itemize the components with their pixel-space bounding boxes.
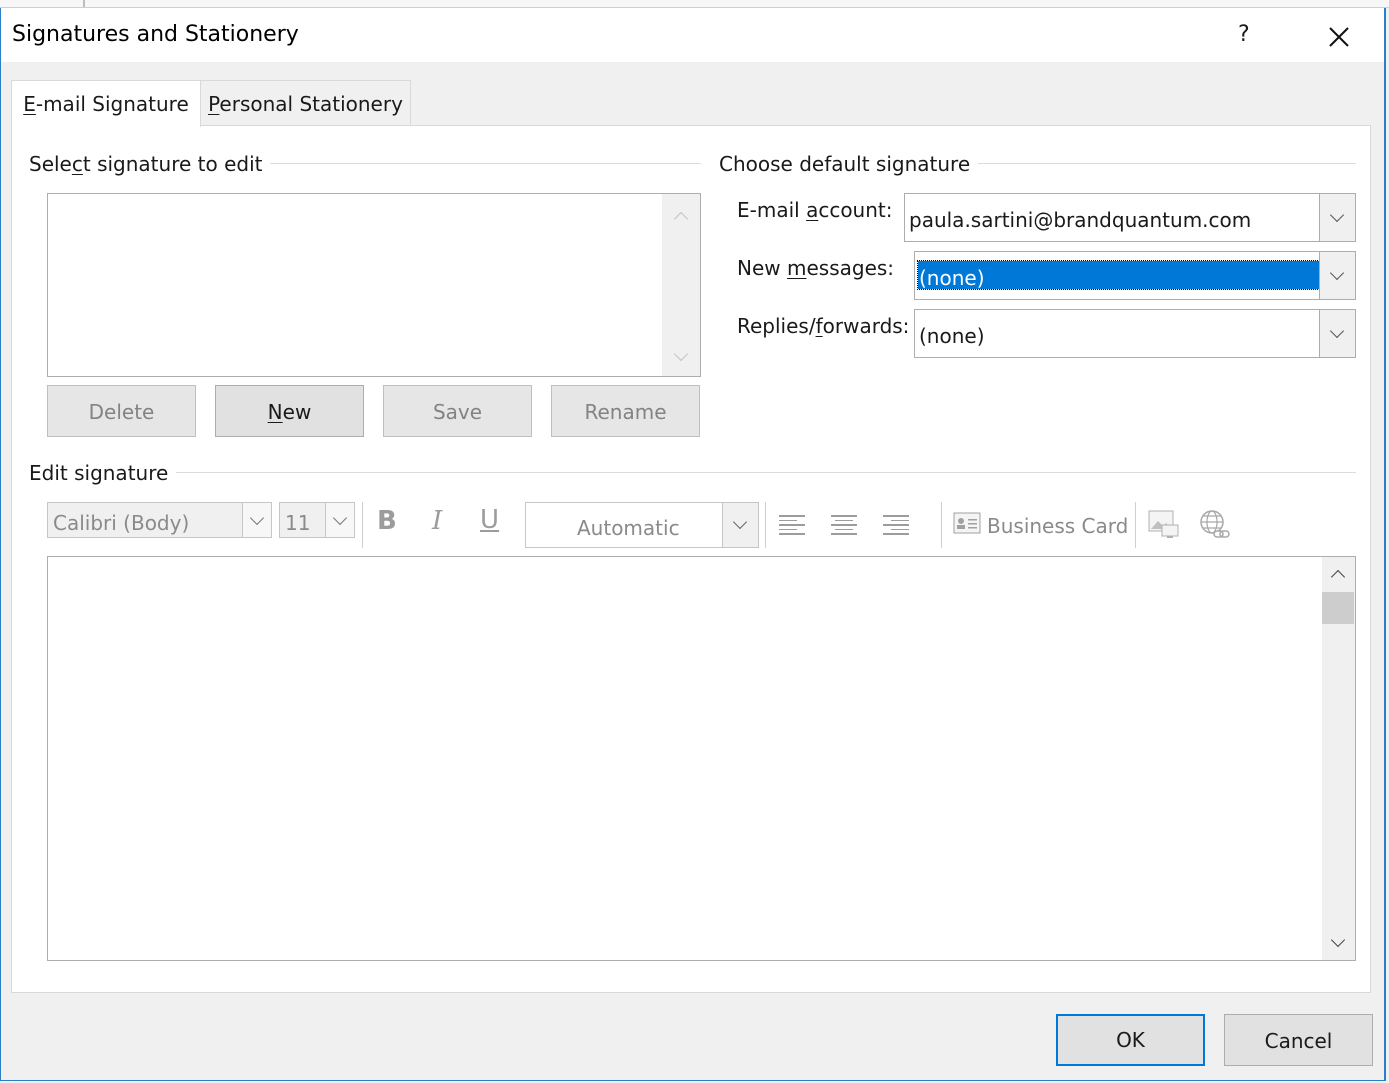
default-signature-heading: Choose default signature [719,152,979,176]
new-messages-value: (none) [919,266,985,290]
tab-label: -mail Signature [35,92,189,116]
hyperlink-icon[interactable] [1199,509,1231,545]
signature-list[interactable] [47,193,701,377]
align-center-icon[interactable] [831,515,857,535]
dropdown-button[interactable] [1319,310,1355,357]
chevron-down-icon [1329,265,1345,281]
signature-editor[interactable] [47,556,1356,961]
dropdown-button[interactable] [1319,252,1355,299]
replies-forwards-label: Replies/forwards: [737,314,910,338]
replies-forwards-value: (none) [919,324,985,348]
new-button[interactable]: New [215,385,364,437]
group-divider [955,163,1356,164]
tab-accel: P [208,92,220,116]
rename-button[interactable]: Rename [551,385,700,437]
tab-personal-stationery[interactable]: Personal Stationery [200,80,411,125]
align-left-icon[interactable] [779,515,805,535]
ok-button[interactable]: OK [1056,1014,1205,1066]
background-divider [83,0,85,7]
background-strip [0,0,1389,8]
group-divider [164,472,1356,473]
email-account-value: paula.sartini@brandquantum.com [909,208,1252,232]
business-card-button[interactable]: Business Card [987,514,1128,538]
delete-button[interactable]: Delete [47,385,196,437]
align-right-icon[interactable] [883,515,909,535]
select-signature-heading: Select signature to edit [29,152,271,176]
dialog-title: Signatures and Stationery [12,22,299,47]
dropdown-button[interactable] [325,503,354,537]
email-account-label: E-mail account: [737,198,893,222]
new-messages-label: New messages: [737,256,895,280]
font-value: Calibri (Body) [53,511,190,535]
toolbar-separator [941,502,942,548]
chevron-down-icon [249,510,265,526]
group-divider [250,163,701,164]
tab-email-signature[interactable]: E-mail Signature [11,80,201,127]
tab-label: ersonal Stationery [219,92,403,116]
underline-icon[interactable]: U [480,505,499,535]
chevron-down-icon [332,510,348,526]
font-size-dropdown[interactable]: 11 [279,502,355,538]
font-color-dropdown[interactable]: Automatic [525,502,759,548]
italic-icon[interactable]: I [432,506,442,536]
insert-picture-icon[interactable] [1148,510,1180,544]
edit-signature-heading: Edit signature [29,461,177,485]
font-color-value: Automatic [577,516,680,540]
tab-accel: E [23,92,36,116]
scrollbar-thumb[interactable] [1322,592,1354,624]
toolbar-separator [1135,502,1136,548]
help-button[interactable]: ? [1238,22,1250,47]
font-dropdown[interactable]: Calibri (Body) [47,502,272,538]
toolbar-separator [765,502,766,548]
business-card-icon[interactable] [953,512,981,538]
chevron-down-icon [1329,207,1345,223]
cancel-button[interactable]: Cancel [1224,1014,1373,1066]
chevron-down-icon [732,514,748,530]
toolbar-separator [362,502,363,548]
dropdown-button[interactable] [242,503,271,537]
dropdown-button[interactable] [722,503,758,547]
replies-forwards-dropdown[interactable]: (none) [914,309,1356,358]
new-messages-dropdown[interactable]: (none) [914,251,1356,300]
email-account-dropdown[interactable]: paula.sartini@brandquantum.com [904,193,1356,242]
font-size-value: 11 [285,511,311,535]
dropdown-button[interactable] [1319,194,1355,241]
bold-icon[interactable]: B [377,506,397,536]
save-button[interactable]: Save [383,385,532,437]
chevron-down-icon [1329,323,1345,339]
close-icon[interactable] [1322,20,1356,54]
